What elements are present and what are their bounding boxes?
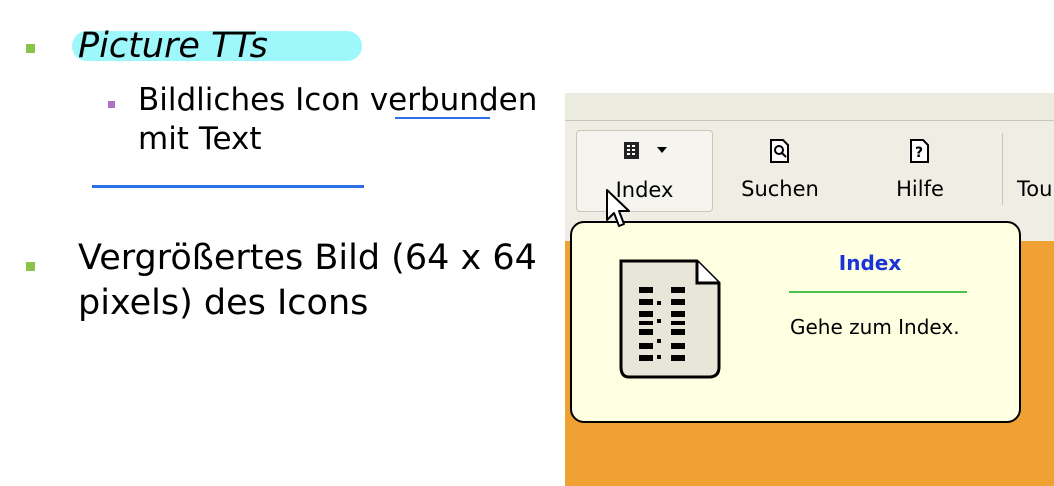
tooltip-divider	[789, 291, 967, 293]
toolbar-divider	[1002, 133, 1003, 205]
search-label: Suchen	[741, 177, 819, 201]
index-label: Index	[615, 178, 674, 202]
tooltip-description: Gehe zum Index.	[790, 315, 960, 339]
bullet-enlarged-line1: Vergrößertes Bild (64 x 64	[78, 238, 537, 278]
bullet-enlarged-line2: pixels) des Icons	[78, 283, 369, 323]
mouse-cursor-icon	[606, 189, 630, 227]
tour-label: Tou	[1017, 177, 1053, 201]
sub-bullet-marker	[108, 101, 115, 108]
svg-text:?: ?	[915, 145, 923, 161]
underline-accent	[395, 117, 490, 119]
index-large-icon	[619, 259, 721, 379]
tooltip: Index Gehe zum Index.	[570, 221, 1021, 423]
bullet-marker	[26, 262, 35, 271]
toolbar: Index Suchen ? Hilfe Tou	[565, 93, 1054, 241]
search-document-icon	[770, 139, 789, 163]
help-label: Hilfe	[896, 177, 944, 201]
tooltip-title: Index	[838, 251, 902, 275]
help-button[interactable]: ? Hilfe	[870, 130, 970, 210]
bullet-marker	[26, 44, 35, 53]
sub-bullet-line1: Bildliches Icon verbunden	[138, 82, 538, 118]
bullet-picture-tts: Picture TTs	[78, 26, 268, 66]
index-button[interactable]: Index	[576, 130, 713, 212]
chevron-down-icon[interactable]	[657, 147, 667, 153]
tour-button[interactable]: Tou	[1005, 130, 1054, 210]
index-icon	[624, 142, 639, 159]
screenshot-panel: Index Suchen ? Hilfe Tou Index Gehe zum …	[565, 93, 1054, 486]
search-button[interactable]: Suchen	[730, 130, 830, 210]
help-document-icon: ?	[910, 139, 929, 163]
toolbar-separator	[565, 120, 1054, 121]
divider-line	[92, 185, 364, 188]
sub-bullet-line2: mit Text	[138, 121, 262, 157]
toolbar-top-strip	[565, 93, 1054, 120]
